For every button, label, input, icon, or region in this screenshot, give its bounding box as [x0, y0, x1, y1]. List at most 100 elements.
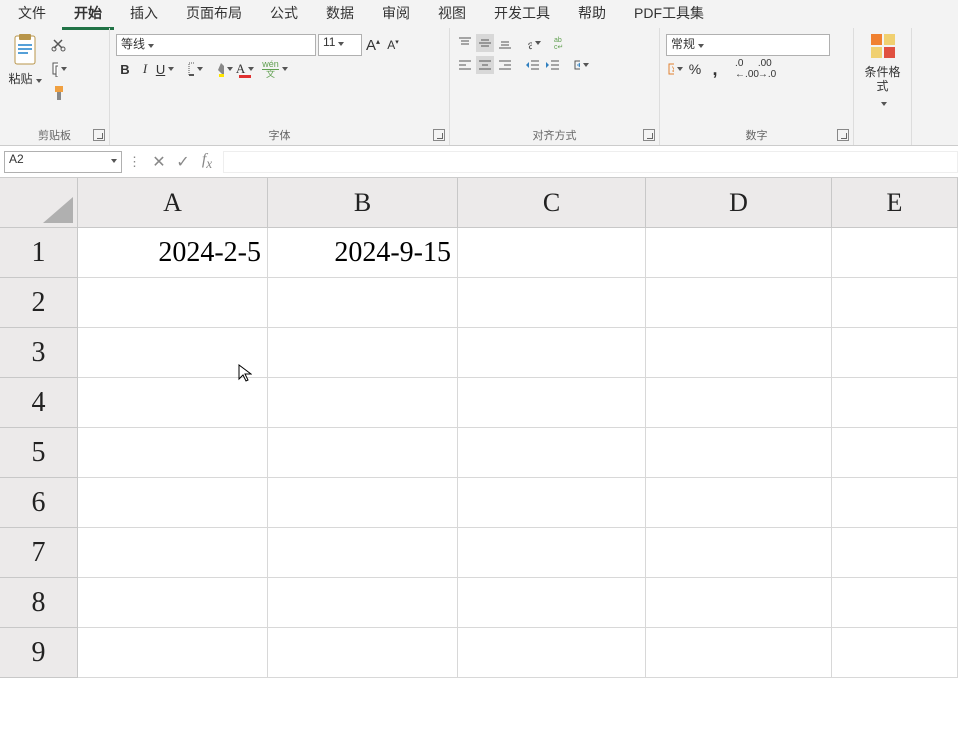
enter-formula-button[interactable]: ✓	[171, 152, 195, 172]
align-right-button[interactable]	[496, 56, 514, 74]
orientation-button[interactable]: ab	[524, 34, 542, 52]
copy-button[interactable]	[50, 60, 68, 78]
italic-button[interactable]: I	[136, 60, 154, 78]
alignment-launcher[interactable]	[643, 129, 655, 141]
tab-page-layout[interactable]: 页面布局	[174, 0, 254, 30]
align-bottom-button[interactable]	[496, 34, 514, 52]
cell-A4[interactable]	[78, 378, 268, 428]
cell-D6[interactable]	[646, 478, 832, 528]
cell-D9[interactable]	[646, 628, 832, 678]
tab-review[interactable]: 审阅	[370, 0, 422, 30]
cell-A3[interactable]	[78, 328, 268, 378]
row-header-7[interactable]: 7	[0, 528, 78, 578]
cell-E6[interactable]	[832, 478, 958, 528]
row-header-9[interactable]: 9	[0, 628, 78, 678]
cell-C4[interactable]	[458, 378, 646, 428]
accounting-format-button[interactable]: ¥	[666, 60, 684, 78]
cell-C3[interactable]	[458, 328, 646, 378]
tab-formulas[interactable]: 公式	[258, 0, 310, 30]
row-header-1[interactable]: 1	[0, 228, 78, 278]
percent-button[interactable]: %	[686, 60, 704, 78]
cell-D7[interactable]	[646, 528, 832, 578]
insert-function-button[interactable]: fx	[195, 151, 219, 172]
row-header-5[interactable]: 5	[0, 428, 78, 478]
cell-C9[interactable]	[458, 628, 646, 678]
underline-button[interactable]: U	[156, 60, 174, 78]
tab-home[interactable]: 开始	[62, 0, 114, 30]
cell-D1[interactable]	[646, 228, 832, 278]
column-header-C[interactable]: C	[458, 178, 646, 228]
increase-font-button[interactable]: A▴	[364, 36, 382, 54]
cell-A5[interactable]	[78, 428, 268, 478]
align-middle-button[interactable]	[476, 34, 494, 52]
cell-C5[interactable]	[458, 428, 646, 478]
format-painter-button[interactable]	[50, 84, 68, 102]
cell-B9[interactable]	[268, 628, 458, 678]
fill-color-button[interactable]	[216, 60, 234, 78]
cell-E5[interactable]	[832, 428, 958, 478]
tab-insert[interactable]: 插入	[118, 0, 170, 30]
column-header-B[interactable]: B	[268, 178, 458, 228]
cell-E1[interactable]	[832, 228, 958, 278]
column-header-A[interactable]: A	[78, 178, 268, 228]
cell-C7[interactable]	[458, 528, 646, 578]
font-color-button[interactable]: A	[236, 60, 254, 78]
row-header-8[interactable]: 8	[0, 578, 78, 628]
tab-file[interactable]: 文件	[6, 0, 58, 30]
formula-bar-options[interactable]: ⋮	[122, 154, 147, 170]
column-header-E[interactable]: E	[832, 178, 958, 228]
wrap-text-button[interactable]: abc↵	[552, 34, 570, 52]
cell-C8[interactable]	[458, 578, 646, 628]
cell-B8[interactable]	[268, 578, 458, 628]
cell-E3[interactable]	[832, 328, 958, 378]
cell-E7[interactable]	[832, 528, 958, 578]
cell-B5[interactable]	[268, 428, 458, 478]
cell-D2[interactable]	[646, 278, 832, 328]
tab-developer[interactable]: 开发工具	[482, 0, 562, 30]
cell-D5[interactable]	[646, 428, 832, 478]
cell-B6[interactable]	[268, 478, 458, 528]
cell-A2[interactable]	[78, 278, 268, 328]
font-name-select[interactable]: 等线	[116, 34, 316, 56]
decrease-font-button[interactable]: A▾	[384, 36, 402, 54]
align-left-button[interactable]	[456, 56, 474, 74]
cell-A7[interactable]	[78, 528, 268, 578]
decrease-decimal-button[interactable]: .00→.0	[758, 60, 776, 78]
merge-button[interactable]	[572, 56, 590, 74]
bold-button[interactable]: B	[116, 60, 134, 78]
align-center-button[interactable]	[476, 56, 494, 74]
font-launcher[interactable]	[433, 129, 445, 141]
comma-button[interactable]: ,	[706, 60, 724, 78]
cell-B1[interactable]: 2024-9-15	[268, 228, 458, 278]
conditional-format-button[interactable]: 条件格式	[860, 32, 905, 109]
column-header-D[interactable]: D	[646, 178, 832, 228]
cell-A1[interactable]: 2024-2-5	[78, 228, 268, 278]
cell-D4[interactable]	[646, 378, 832, 428]
tab-help[interactable]: 帮助	[566, 0, 618, 30]
cell-C1[interactable]	[458, 228, 646, 278]
tab-view[interactable]: 视图	[426, 0, 478, 30]
cell-A9[interactable]	[78, 628, 268, 678]
formula-input[interactable]	[223, 151, 958, 173]
cell-B3[interactable]	[268, 328, 458, 378]
cell-A8[interactable]	[78, 578, 268, 628]
cell-A6[interactable]	[78, 478, 268, 528]
row-header-6[interactable]: 6	[0, 478, 78, 528]
cell-E8[interactable]	[832, 578, 958, 628]
phonetic-button[interactable]: wén文	[266, 60, 284, 78]
increase-indent-button[interactable]	[544, 56, 562, 74]
select-all-corner[interactable]	[0, 178, 78, 228]
cell-E4[interactable]	[832, 378, 958, 428]
font-size-select[interactable]: 11	[318, 34, 362, 56]
tab-data[interactable]: 数据	[314, 0, 366, 30]
number-launcher[interactable]	[837, 129, 849, 141]
spreadsheet-grid[interactable]: ABCDE 123456789 2024-2-52024-9-15	[0, 178, 958, 735]
cell-D3[interactable]	[646, 328, 832, 378]
paste-button[interactable]: 粘贴	[6, 34, 44, 127]
align-top-button[interactable]	[456, 34, 474, 52]
cell-E9[interactable]	[832, 628, 958, 678]
number-format-select[interactable]: 常规	[666, 34, 830, 56]
name-box[interactable]: A2	[4, 151, 122, 173]
cell-C6[interactable]	[458, 478, 646, 528]
row-header-2[interactable]: 2	[0, 278, 78, 328]
